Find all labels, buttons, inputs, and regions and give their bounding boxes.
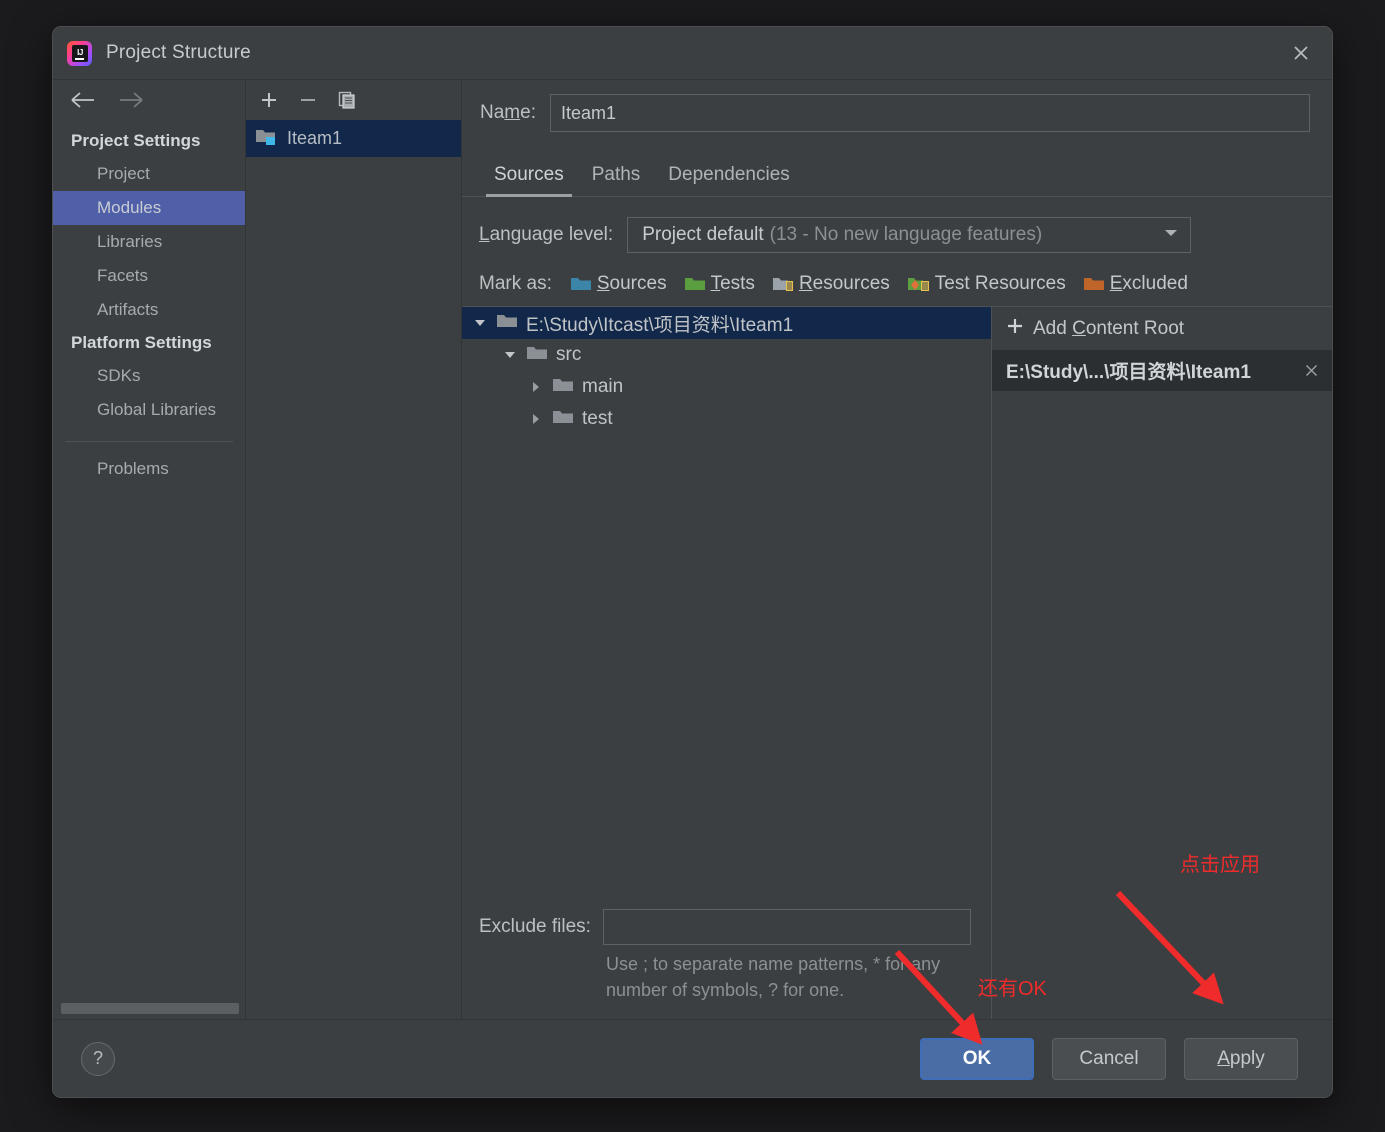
tree-row-label: src <box>556 344 582 365</box>
sidebar-item-global-libraries[interactable]: Global Libraries <box>53 393 245 427</box>
mark-as-resources-button[interactable]: Resources <box>772 273 890 295</box>
mark-as-label: Mark as: <box>479 273 552 294</box>
sidebar-horizontal-scrollbar[interactable] <box>61 1003 239 1014</box>
sidebar-items: Project Settings Project Modules Librari… <box>53 120 245 1019</box>
tree-row-label: test <box>582 408 613 429</box>
module-name-row: Name: <box>462 80 1332 132</box>
chevron-right-icon[interactable] <box>528 380 544 394</box>
language-level-value: Project default <box>642 224 764 245</box>
module-list-item[interactable]: Iteam1 <box>246 120 461 157</box>
folder-icon <box>552 408 574 431</box>
mark-as-tests-button[interactable]: Tests <box>684 273 755 295</box>
project-structure-dialog: IJ Project Structure Project Settings Pr… <box>52 26 1333 1098</box>
sidebar-item-libraries[interactable]: Libraries <box>53 225 245 259</box>
chevron-down-icon[interactable] <box>502 349 518 361</box>
dialog-title-bar: IJ Project Structure <box>53 27 1332 79</box>
content-root-label: E:\Study\...\项目资料\Iteam1 <box>1006 362 1251 383</box>
sidebar-item-facets[interactable]: Facets <box>53 259 245 293</box>
dialog-footer: ? OK Cancel Apply <box>53 1019 1332 1097</box>
tree-row[interactable]: test <box>462 403 991 435</box>
modules-items: Iteam1 <box>246 120 461 1019</box>
tab-paths[interactable]: Paths <box>578 164 655 196</box>
exclude-files-block: Exclude files: Use ; to separate name pa… <box>462 908 991 1019</box>
tree-row-label: main <box>582 376 624 397</box>
sidebar-item-artifacts[interactable]: Artifacts <box>53 293 245 327</box>
page-title: Project Structure <box>106 42 251 63</box>
annotation-note-apply: 点击应用 <box>1180 854 1260 876</box>
plus-icon[interactable] <box>259 90 279 110</box>
module-name-input[interactable] <box>549 94 1310 132</box>
folder-icon <box>552 376 574 399</box>
exclude-files-label: Exclude files: <box>479 915 591 937</box>
dialog-body: Project Settings Project Modules Librari… <box>53 79 1332 1019</box>
help-button[interactable]: ? <box>81 1041 115 1076</box>
folder-tests-icon <box>684 278 705 290</box>
arrow-left-icon[interactable] <box>70 91 97 109</box>
folder-resources-icon <box>772 278 793 291</box>
folder-excluded-icon <box>1083 278 1104 290</box>
footer-button-group: OK Cancel Apply <box>920 1037 1298 1080</box>
chevron-right-icon[interactable] <box>528 412 544 426</box>
language-level-hint: (13 - No new language features) <box>769 224 1043 245</box>
tree-row-label: E:\Study\Itcast\项目资料\Iteam1 <box>526 314 794 336</box>
tab-sources[interactable]: Sources <box>480 164 578 197</box>
sidebar-item-project[interactable]: Project <box>53 157 245 191</box>
tree-row[interactable]: main <box>462 371 991 403</box>
mark-as-row: Mark as: Sources Tests Resources Test Re… <box>462 253 1332 306</box>
exclude-files-input[interactable] <box>602 908 971 945</box>
intellij-idea-logo-icon: IJ <box>67 40 92 66</box>
plus-icon <box>1006 317 1024 340</box>
chevron-down-icon[interactable] <box>472 317 488 329</box>
content-roots-pane: Add Content Root E:\Study\...\项目资料\Iteam… <box>992 307 1332 1019</box>
minus-icon[interactable] <box>298 90 318 110</box>
apply-button[interactable]: Apply <box>1184 1037 1298 1080</box>
sidebar-item-modules[interactable]: Modules <box>53 191 245 225</box>
mark-as-sources-button[interactable]: Sources <box>570 273 667 295</box>
modules-toolbar <box>246 80 461 120</box>
source-tree-pane: E:\Study\Itcast\项目资料\Iteam1 src main tes… <box>462 307 992 1019</box>
language-level-label: Language level: <box>479 224 614 245</box>
add-content-root-label: Add Content Root <box>1033 317 1185 339</box>
chevron-down-icon <box>1162 226 1180 244</box>
folder-test-resources-icon <box>907 278 929 291</box>
sidebar-item-sdks[interactable]: SDKs <box>53 359 245 393</box>
sidebar-navigation <box>53 80 245 120</box>
language-level-select[interactable]: Project default (13 - No new language fe… <box>627 217 1192 253</box>
folder-sources-icon <box>570 278 591 290</box>
module-tabs: Sources Paths Dependencies <box>462 146 1332 197</box>
module-editor-pane: Name: Sources Paths Dependencies Languag… <box>462 80 1332 1019</box>
sidebar-divider <box>65 441 233 442</box>
module-folder-icon <box>255 126 278 151</box>
folder-icon <box>496 312 518 335</box>
sidebar-group-platform-settings: Platform Settings <box>71 333 212 352</box>
sidebar-item-problems[interactable]: Problems <box>53 452 245 486</box>
close-icon[interactable] <box>1284 36 1318 70</box>
sidebar-group-project-settings: Project Settings <box>71 131 201 150</box>
arrow-right-icon[interactable] <box>117 91 144 109</box>
cancel-button[interactable]: Cancel <box>1052 1037 1166 1080</box>
annotation-note-ok: 还有OK <box>978 978 1047 1000</box>
modules-list-pane: Iteam1 <box>246 80 462 1019</box>
folder-icon <box>526 344 548 367</box>
mark-as-excluded-button[interactable]: Excluded <box>1083 273 1188 295</box>
tab-dependencies[interactable]: Dependencies <box>654 164 803 196</box>
sources-content-split: E:\Study\Itcast\项目资料\Iteam1 src main tes… <box>462 306 1332 1019</box>
copy-icon[interactable] <box>337 90 357 110</box>
add-content-root-button[interactable]: Add Content Root <box>992 307 1332 350</box>
settings-sidebar: Project Settings Project Modules Librari… <box>53 80 246 1019</box>
source-folder-tree: E:\Study\Itcast\项目资料\Iteam1 src main tes… <box>462 307 991 909</box>
mark-as-test-resources-button[interactable]: Test Resources <box>907 273 1066 295</box>
tree-row[interactable]: E:\Study\Itcast\项目资料\Iteam1 <box>462 307 991 339</box>
tree-row[interactable]: src <box>462 339 991 371</box>
module-list-item-label: Iteam1 <box>287 128 343 148</box>
ok-button[interactable]: OK <box>920 1037 1034 1080</box>
module-name-label: Name: <box>480 102 536 123</box>
language-level-row: Language level: Project default (13 - No… <box>462 197 1332 253</box>
content-root-item[interactable]: E:\Study\...\项目资料\Iteam1 <box>992 350 1332 391</box>
exclude-files-hint: Use ; to separate name patterns, * for a… <box>606 953 941 1000</box>
close-icon[interactable] <box>1303 362 1320 379</box>
